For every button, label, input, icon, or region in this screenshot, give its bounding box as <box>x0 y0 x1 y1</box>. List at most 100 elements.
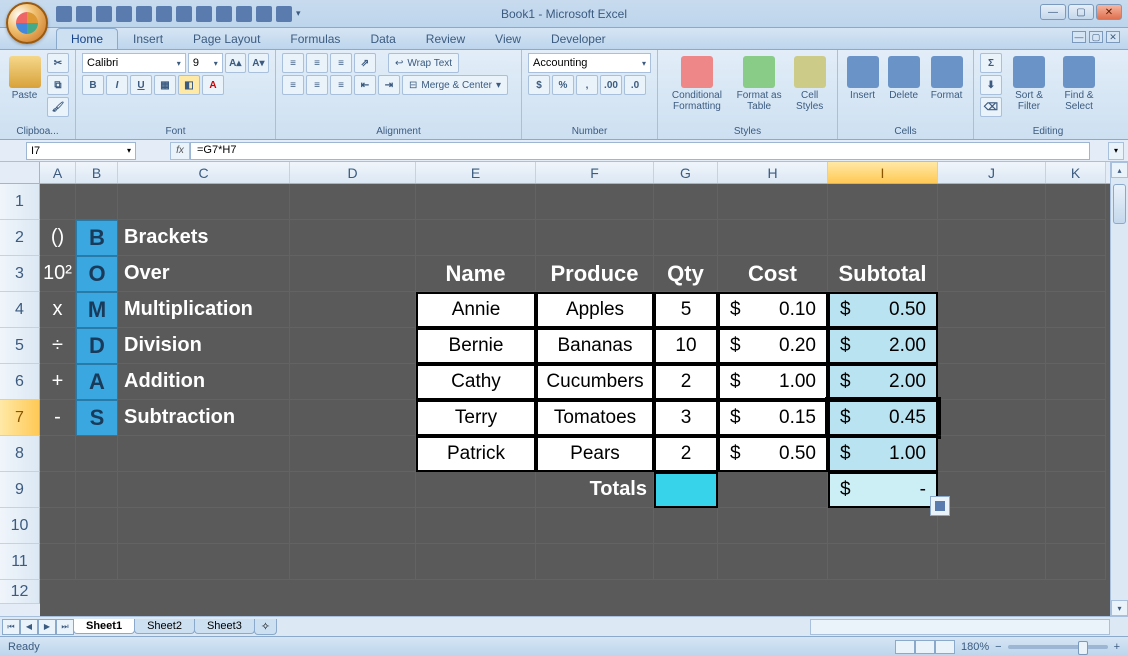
format-cells-button[interactable]: Format <box>926 53 967 119</box>
tab-formulas[interactable]: Formulas <box>275 28 355 49</box>
qat-redo-icon[interactable] <box>96 6 112 22</box>
qat-spell-icon[interactable] <box>196 6 212 22</box>
colhdr-h[interactable]: H <box>718 162 828 183</box>
align-bottom-button[interactable]: ≡ <box>330 53 352 73</box>
increase-decimal-button[interactable]: .00 <box>600 75 622 95</box>
cell-name-2[interactable]: Cathy <box>416 364 536 400</box>
shrink-font-button[interactable]: A▾ <box>248 53 269 73</box>
cell-b2[interactable]: B <box>76 220 118 256</box>
cell-c6[interactable]: Addition <box>118 364 290 400</box>
underline-button[interactable]: U <box>130 75 152 95</box>
autosum-button[interactable]: Σ <box>980 53 1002 73</box>
scroll-thumb[interactable] <box>1113 184 1126 224</box>
close-button[interactable]: ✕ <box>1096 4 1122 20</box>
align-right-button[interactable]: ≡ <box>330 75 352 95</box>
tab-review[interactable]: Review <box>411 28 480 49</box>
cell-a2[interactable]: () <box>40 220 76 256</box>
new-sheet-button[interactable]: ✧ <box>254 619 277 635</box>
scroll-down-icon[interactable]: ▾ <box>1111 600 1128 616</box>
cell-cost-4[interactable]: $0.50 <box>718 436 828 472</box>
bold-button[interactable]: B <box>82 75 104 95</box>
tab-page-layout[interactable]: Page Layout <box>178 28 275 49</box>
cell-a6[interactable]: + <box>40 364 76 400</box>
rowhdr-2[interactable]: 2 <box>0 220 40 256</box>
tab-prev-icon[interactable]: ◀ <box>20 619 38 635</box>
rowhdr-1[interactable]: 1 <box>0 184 40 220</box>
cell-a3[interactable]: 10² <box>40 256 76 292</box>
zoom-level[interactable]: 180% <box>961 641 989 653</box>
zoom-in-button[interactable]: + <box>1114 641 1120 653</box>
cell-name-3[interactable]: Terry <box>416 400 536 436</box>
sheet-tab-1[interactable]: Sheet1 <box>73 619 135 634</box>
align-middle-button[interactable]: ≡ <box>306 53 328 73</box>
rowhdr-4[interactable]: 4 <box>0 292 40 328</box>
cell-b6[interactable]: A <box>76 364 118 400</box>
cell-produce-3[interactable]: Tomatoes <box>536 400 654 436</box>
cell-b3[interactable]: O <box>76 256 118 292</box>
maximize-button[interactable]: ▢ <box>1068 4 1094 20</box>
cell-b7[interactable]: S <box>76 400 118 436</box>
rowhdr-11[interactable]: 11 <box>0 544 40 580</box>
name-box[interactable]: I7▾ <box>26 142 136 160</box>
colhdr-a[interactable]: A <box>40 162 76 183</box>
cell-cost-2[interactable]: $1.00 <box>718 364 828 400</box>
doc-restore-icon[interactable]: ▢ <box>1089 31 1103 43</box>
qat-save-icon[interactable] <box>56 6 72 22</box>
qat-dropdown-icon[interactable]: ▾ <box>296 8 301 19</box>
cell-qty-2[interactable]: 2 <box>654 364 718 400</box>
copy-button[interactable]: ⧉ <box>47 75 69 95</box>
qat-view-icon[interactable] <box>276 6 292 22</box>
view-layout-icon[interactable] <box>915 640 935 654</box>
hdr-subtotal[interactable]: Subtotal <box>828 256 938 292</box>
format-painter-button[interactable]: 🖌 <box>47 97 69 117</box>
cell-cost-3[interactable]: $0.15 <box>718 400 828 436</box>
cell-c4[interactable]: Multiplication <box>118 292 290 328</box>
qat-new-icon[interactable] <box>116 6 132 22</box>
cell-produce-1[interactable]: Bananas <box>536 328 654 364</box>
orientation-button[interactable]: ⇗ <box>354 53 376 73</box>
merge-center-button[interactable]: ⊟Merge & Center▾ <box>402 75 508 95</box>
cell-a5[interactable]: ÷ <box>40 328 76 364</box>
horizontal-scrollbar[interactable] <box>810 619 1110 635</box>
doc-close-icon[interactable]: ✕ <box>1106 31 1120 43</box>
tab-next-icon[interactable]: ▶ <box>38 619 56 635</box>
border-button[interactable]: ▦ <box>154 75 176 95</box>
vertical-scrollbar[interactable]: ▴ ▾ <box>1110 162 1128 616</box>
colhdr-c[interactable]: C <box>118 162 290 183</box>
cell-c3[interactable]: Over <box>118 256 290 292</box>
colhdr-d[interactable]: D <box>290 162 416 183</box>
sheet-tab-2[interactable]: Sheet2 <box>134 619 195 634</box>
view-normal-icon[interactable] <box>895 640 915 654</box>
cell-sub-2[interactable]: $2.00 <box>828 364 938 400</box>
qat-preview-icon[interactable] <box>176 6 192 22</box>
cut-button[interactable]: ✂ <box>47 53 69 73</box>
comma-button[interactable]: , <box>576 75 598 95</box>
qat-undo-icon[interactable] <box>76 6 92 22</box>
font-size-combo[interactable]: 9▾ <box>188 53 223 73</box>
rowhdr-10[interactable]: 10 <box>0 508 40 544</box>
colhdr-g[interactable]: G <box>654 162 718 183</box>
cell-produce-4[interactable]: Pears <box>536 436 654 472</box>
cell-name-1[interactable]: Bernie <box>416 328 536 364</box>
cells-area[interactable]: ()BBrackets 10²OOverNameProduceQtyCostSu… <box>40 184 1110 616</box>
doc-minimize-icon[interactable]: — <box>1072 31 1086 43</box>
sort-filter-button[interactable]: Sort & Filter <box>1006 53 1052 119</box>
formula-bar[interactable]: =G7*H7 <box>190 142 1090 160</box>
qat-print-icon[interactable] <box>156 6 172 22</box>
italic-button[interactable]: I <box>106 75 128 95</box>
cell-c2[interactable]: Brackets <box>118 220 290 256</box>
rowhdr-3[interactable]: 3 <box>0 256 40 292</box>
cell-qty-4[interactable]: 2 <box>654 436 718 472</box>
cell-qty-0[interactable]: 5 <box>654 292 718 328</box>
delete-cells-button[interactable]: Delete <box>885 53 922 119</box>
conditional-formatting-button[interactable]: Conditional Formatting <box>664 53 730 119</box>
tab-home[interactable]: Home <box>56 28 118 49</box>
colhdr-j[interactable]: J <box>938 162 1046 183</box>
cell-styles-button[interactable]: Cell Styles <box>788 53 831 119</box>
cell-qty-1[interactable]: 10 <box>654 328 718 364</box>
sheet-tab-3[interactable]: Sheet3 <box>194 619 255 634</box>
tab-view[interactable]: View <box>480 28 536 49</box>
totals-qty[interactable] <box>654 472 718 508</box>
colhdr-e[interactable]: E <box>416 162 536 183</box>
cell-c7[interactable]: Subtraction <box>118 400 290 436</box>
